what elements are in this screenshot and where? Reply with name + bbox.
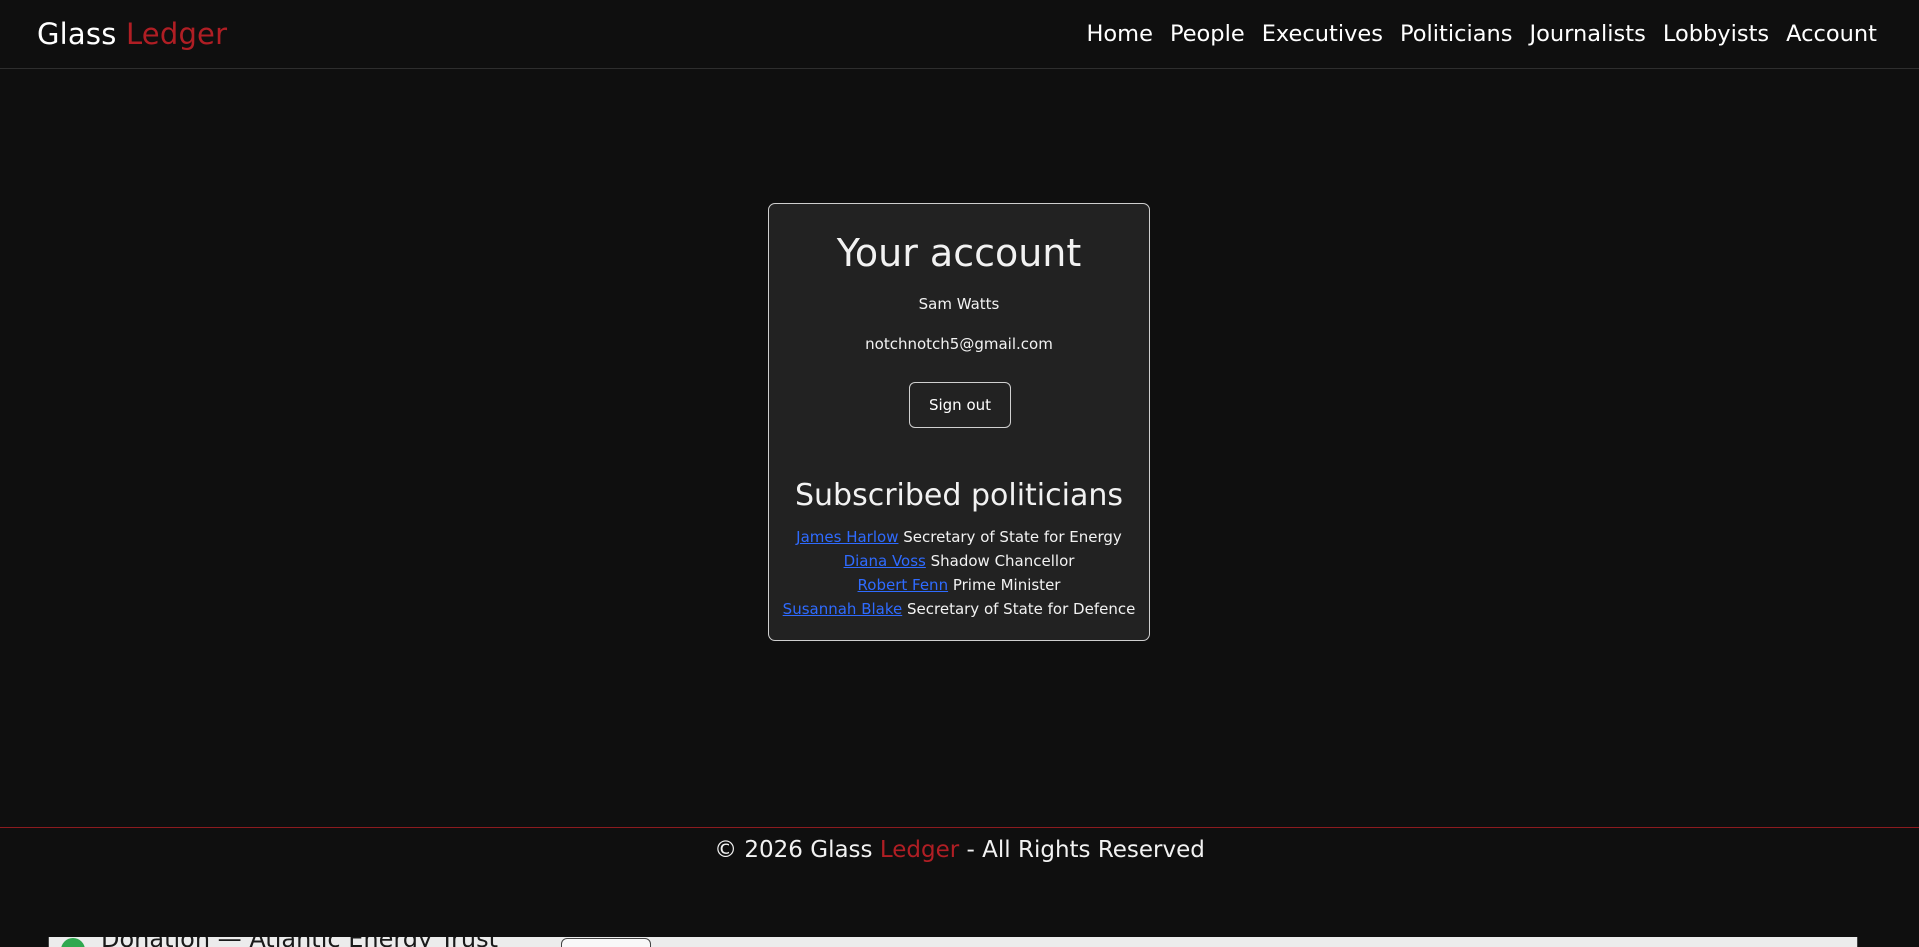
user-name: Sam Watts bbox=[918, 295, 1000, 313]
politician-link[interactable]: James Harlow bbox=[796, 528, 898, 546]
sign-out-button[interactable]: Sign out bbox=[909, 382, 1011, 428]
footer-brand-accent: Ledger bbox=[879, 837, 960, 863]
footer-suffix: - All Rights Reserved bbox=[966, 837, 1205, 863]
nav-people[interactable]: People bbox=[1170, 17, 1245, 51]
politician-link[interactable]: Susannah Blake bbox=[783, 600, 903, 618]
nav-journalists[interactable]: Journalists bbox=[1529, 17, 1645, 51]
overlay-panel-peek: Donation — Atlantic Energy Trust bbox=[48, 937, 1858, 947]
top-navbar: Glass Ledger Home People Executives Poli… bbox=[0, 0, 1919, 69]
page-footer: © 2026 Glass Ledger - All Rights Reserve… bbox=[0, 827, 1919, 944]
subscribed-politicians-list: James Harlow Secretary of State for Ener… bbox=[769, 525, 1149, 621]
overlay-item-title: Donation — Atlantic Energy Trust bbox=[101, 937, 498, 947]
nav-lobbyists[interactable]: Lobbyists bbox=[1663, 17, 1769, 51]
user-email: notchnotch5@gmail.com bbox=[865, 335, 1053, 353]
brand-first: Glass bbox=[37, 17, 117, 51]
account-title: Your account bbox=[836, 231, 1082, 275]
politician-role: Shadow Chancellor bbox=[930, 552, 1075, 570]
list-item: Robert Fenn Prime Minister bbox=[769, 573, 1149, 597]
brand-logo[interactable]: Glass Ledger bbox=[37, 14, 227, 54]
brand-second: Ledger bbox=[125, 17, 228, 51]
politician-role: Secretary of State for Energy bbox=[903, 528, 1122, 546]
nav-executives[interactable]: Executives bbox=[1262, 17, 1383, 51]
nav-home[interactable]: Home bbox=[1086, 17, 1152, 51]
footer-prefix: © 2026 Glass bbox=[714, 837, 873, 863]
account-card: Your account Sam Watts notchnotch5@gmail… bbox=[768, 203, 1150, 641]
politician-role: Prime Minister bbox=[952, 576, 1061, 594]
list-item: Diana Voss Shadow Chancellor bbox=[769, 549, 1149, 573]
main-nav: Home People Executives Politicians Journ… bbox=[1086, 17, 1877, 51]
footer-copyright: © 2026 Glass Ledger - All Rights Reserve… bbox=[0, 833, 1919, 867]
politician-link[interactable]: Robert Fenn bbox=[858, 576, 949, 594]
nav-politicians[interactable]: Politicians bbox=[1400, 17, 1513, 51]
nav-account[interactable]: Account bbox=[1786, 17, 1877, 51]
politician-link[interactable]: Diana Voss bbox=[844, 552, 926, 570]
subscriptions-title: Subscribed politicians bbox=[795, 478, 1123, 513]
list-item: Susannah Blake Secretary of State for De… bbox=[769, 597, 1149, 621]
politician-role: Secretary of State for Defence bbox=[907, 600, 1136, 618]
list-item: James Harlow Secretary of State for Ener… bbox=[769, 525, 1149, 549]
